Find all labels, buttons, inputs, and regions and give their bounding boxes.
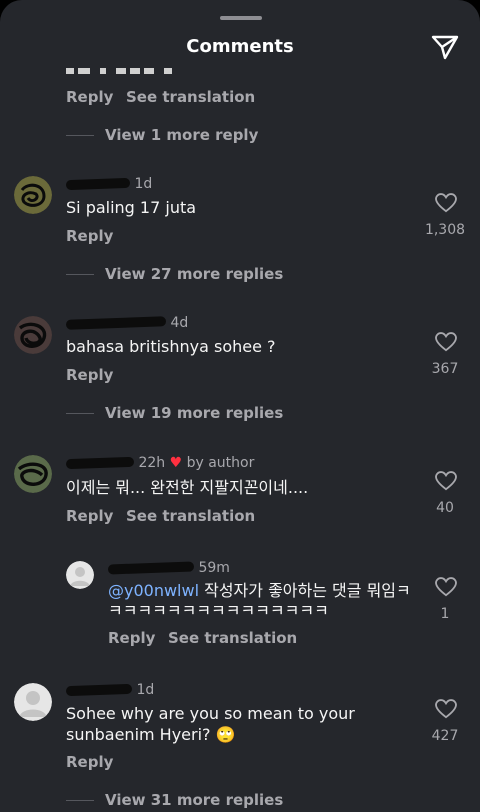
heart-icon[interactable] xyxy=(435,471,457,491)
redacted-username xyxy=(65,683,133,697)
username[interactable]: 59m xyxy=(107,560,230,576)
comment-time: 1d xyxy=(134,176,153,192)
view-more-replies-button[interactable]: View 31 more replies xyxy=(105,791,283,809)
sheet-grabber[interactable] xyxy=(220,16,262,20)
heart-icon[interactable] xyxy=(435,699,457,719)
username[interactable]: 22h ♥ by author xyxy=(65,455,255,471)
reply-button[interactable]: Reply xyxy=(66,227,113,245)
reply-text-line2: ㅋㅋㅋㅋㅋㅋㅋㅋㅋㅋㅋㅋㅋㅋㅋ xyxy=(108,601,329,620)
redacted-username xyxy=(65,456,135,470)
like-count: 1 xyxy=(440,606,450,622)
redacted-username xyxy=(65,316,167,330)
like-count: 367 xyxy=(431,361,459,377)
thread-line xyxy=(66,274,94,275)
see-translation-button[interactable]: See translation xyxy=(126,507,255,525)
heart-icon[interactable] xyxy=(435,577,457,597)
see-translation-button[interactable]: See translation xyxy=(126,88,255,106)
username[interactable]: 1d xyxy=(65,176,153,192)
reply-button[interactable]: Reply xyxy=(66,88,113,106)
like-count: 40 xyxy=(436,500,454,516)
avatar[interactable] xyxy=(66,561,94,589)
thread-line xyxy=(66,413,94,414)
thread-line xyxy=(66,800,94,801)
like-count: 427 xyxy=(431,728,459,744)
username[interactable]: 4d xyxy=(65,315,189,331)
paper-plane-icon[interactable] xyxy=(430,33,460,61)
heart-filled-icon: ♥ xyxy=(169,455,183,471)
redacted-username xyxy=(65,177,131,191)
reply-text: @y00nwlwl 작성자가 좋아하는 댓글 뭐임ㅋ xyxy=(108,581,411,600)
cut-off-comment-text xyxy=(66,68,172,74)
page-title: Comments xyxy=(186,36,294,57)
redacted-username xyxy=(107,561,195,575)
reply-button[interactable]: Reply xyxy=(66,507,113,525)
reply-button[interactable]: Reply xyxy=(66,753,113,771)
view-more-replies-button[interactable]: View 19 more replies xyxy=(105,404,283,422)
comment-time: 22h xyxy=(138,455,166,471)
reply-button[interactable]: Reply xyxy=(108,629,155,647)
comments-sheet: Comments Reply See translation View 1 mo… xyxy=(0,0,480,812)
comment-time: 1d xyxy=(136,682,155,698)
view-more-replies-button[interactable]: View 27 more replies xyxy=(105,265,283,283)
comment-text-line2: sunbaenim Hyeri? 🙄 xyxy=(66,725,236,744)
avatar[interactable] xyxy=(14,316,52,354)
mention-link[interactable]: @y00nwlwl xyxy=(108,581,199,600)
heart-icon[interactable] xyxy=(435,332,457,352)
thread-line xyxy=(66,135,94,136)
comment-text: Sohee why are you so mean to your xyxy=(66,704,355,723)
reply-button[interactable]: Reply xyxy=(66,366,113,384)
like-count: 1,308 xyxy=(424,222,466,238)
avatar[interactable] xyxy=(14,176,52,214)
view-more-replies-button[interactable]: View 1 more reply xyxy=(105,126,258,144)
avatar[interactable] xyxy=(14,683,52,721)
comment-time: 4d xyxy=(170,315,189,331)
comment-time: 59m xyxy=(198,560,230,576)
comment-text: 이제는 뭐... 완전한 지팔지꼰이네.... xyxy=(66,478,309,497)
see-translation-button[interactable]: See translation xyxy=(168,629,297,647)
author-badge: by author xyxy=(186,455,255,471)
username[interactable]: 1d xyxy=(65,682,155,698)
avatar[interactable] xyxy=(14,455,52,493)
heart-icon[interactable] xyxy=(435,193,457,213)
comment-text: Si paling 17 juta xyxy=(66,198,197,217)
comment-text: bahasa britishnya sohee ? xyxy=(66,337,276,356)
